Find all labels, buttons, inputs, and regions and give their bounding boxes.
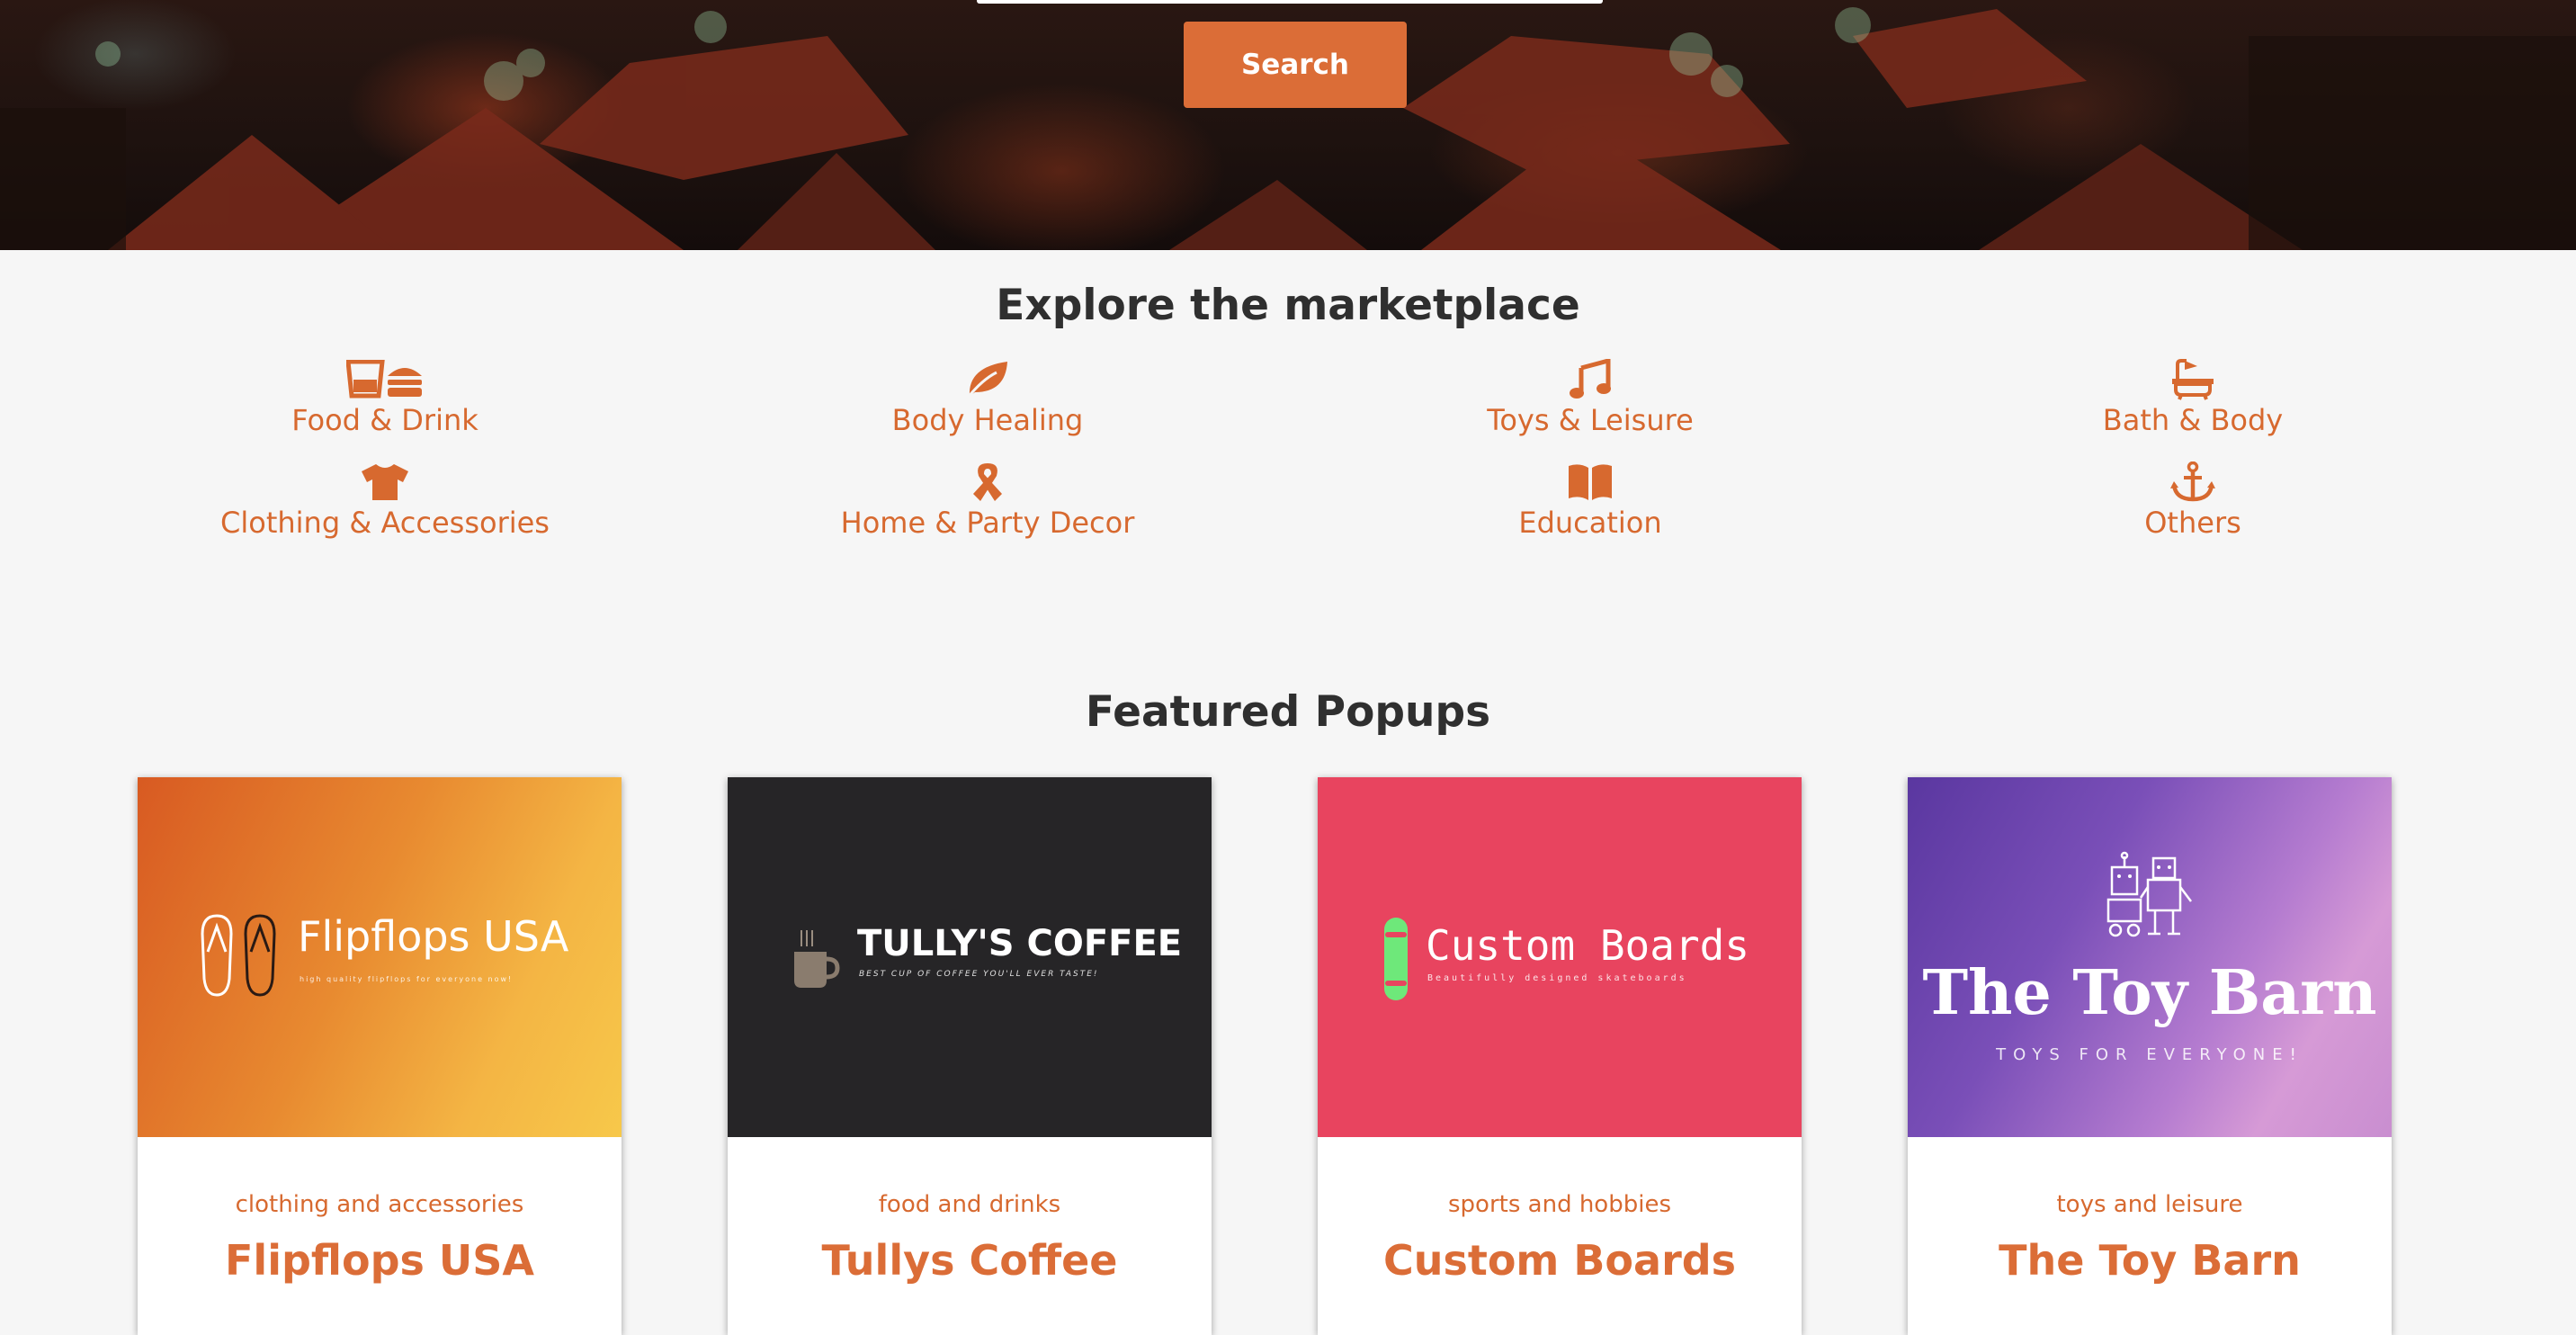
music-note-icon xyxy=(1550,358,1631,401)
popup-category: food and drinks xyxy=(878,1191,1061,1218)
category-label: Clothing & Accessories xyxy=(220,506,550,540)
category-food-drink[interactable]: Food & Drink xyxy=(133,358,637,448)
robot-icon xyxy=(2106,851,2192,937)
logo-title: Flipflops USA xyxy=(298,912,569,961)
popup-name[interactable]: Custom Boards xyxy=(1318,1236,1802,1285)
popup-card[interactable]: TULLY'S COFFEE BEST CUP OF COFFEE YOU'LL… xyxy=(728,777,1212,1335)
logo-tagline: TOYS FOR EVERYONE! xyxy=(1996,1045,2303,1064)
food-drink-icon xyxy=(344,358,425,401)
popup-logo-image: The Toy Barn TOYS FOR EVERYONE! xyxy=(1908,777,2392,1137)
anchor-icon xyxy=(2152,461,2233,504)
category-toys-leisure[interactable]: Toys & Leisure xyxy=(1338,358,1842,448)
coffee-cup-icon xyxy=(794,930,840,988)
bathtub-icon xyxy=(2152,358,2233,401)
popup-category: clothing and accessories xyxy=(235,1191,524,1218)
category-bath-body[interactable]: Bath & Body xyxy=(1941,358,2445,448)
category-label: Toys & Leisure xyxy=(1487,403,1694,437)
book-icon xyxy=(1550,461,1631,504)
category-label: Body Healing xyxy=(891,403,1084,437)
ribbon-icon xyxy=(947,461,1028,504)
category-label: Food & Drink xyxy=(291,403,479,437)
logo-title: Custom Boards xyxy=(1426,921,1750,970)
search-input[interactable] xyxy=(977,0,1603,4)
category-label: Education xyxy=(1518,506,1662,540)
popup-name[interactable]: Flipflops USA xyxy=(138,1236,622,1285)
logo-tagline: Beautifully designed skateboards xyxy=(1427,973,1687,983)
logo-title: The Toy Barn xyxy=(1922,957,2377,1029)
popup-category: toys and leisure xyxy=(2056,1191,2243,1218)
explore-title: Explore the marketplace xyxy=(996,281,1580,330)
logo-tagline: high quality flipflops for everyone now! xyxy=(300,975,514,983)
popup-name[interactable]: The Toy Barn xyxy=(1908,1236,2392,1285)
popup-name[interactable]: Tullys Coffee xyxy=(728,1236,1212,1285)
category-others[interactable]: Others xyxy=(1941,461,2445,551)
category-label: Others xyxy=(2144,506,2241,540)
category-home-party-decor[interactable]: Home & Party Decor xyxy=(736,461,1239,551)
logo-tagline: BEST CUP OF COFFEE YOU'LL EVER TASTE! xyxy=(859,970,1099,979)
popup-card[interactable]: Flipflops USA high quality flipflops for… xyxy=(138,777,622,1335)
flipflops-icon xyxy=(201,914,276,997)
tshirt-icon xyxy=(344,461,425,504)
popup-logo-image: TULLY'S COFFEE BEST CUP OF COFFEE YOU'LL… xyxy=(728,777,1212,1137)
popup-card[interactable]: Custom Boards Beautifully designed skate… xyxy=(1318,777,1802,1335)
category-label: Bath & Body xyxy=(2102,403,2284,437)
category-body-healing[interactable]: Body Healing xyxy=(736,358,1239,448)
popup-logo-image: Flipflops USA high quality flipflops for… xyxy=(138,777,622,1137)
logo-title: TULLY'S COFFEE xyxy=(857,923,1183,964)
featured-title: Featured Popups xyxy=(1085,687,1491,737)
category-education[interactable]: Education xyxy=(1338,461,1842,551)
popup-card[interactable]: The Toy Barn TOYS FOR EVERYONE! toys and… xyxy=(1908,777,2392,1335)
search-button[interactable]: Search xyxy=(1184,22,1407,108)
popup-logo-image: Custom Boards Beautifully designed skate… xyxy=(1318,777,1802,1137)
category-label: Home & Party Decor xyxy=(840,506,1135,540)
hero-banner: Search xyxy=(0,0,2576,250)
leaf-icon xyxy=(947,358,1028,401)
popup-category: sports and hobbies xyxy=(1448,1191,1671,1218)
category-clothing-accessories[interactable]: Clothing & Accessories xyxy=(133,461,637,551)
skateboard-icon xyxy=(1384,918,1408,1000)
